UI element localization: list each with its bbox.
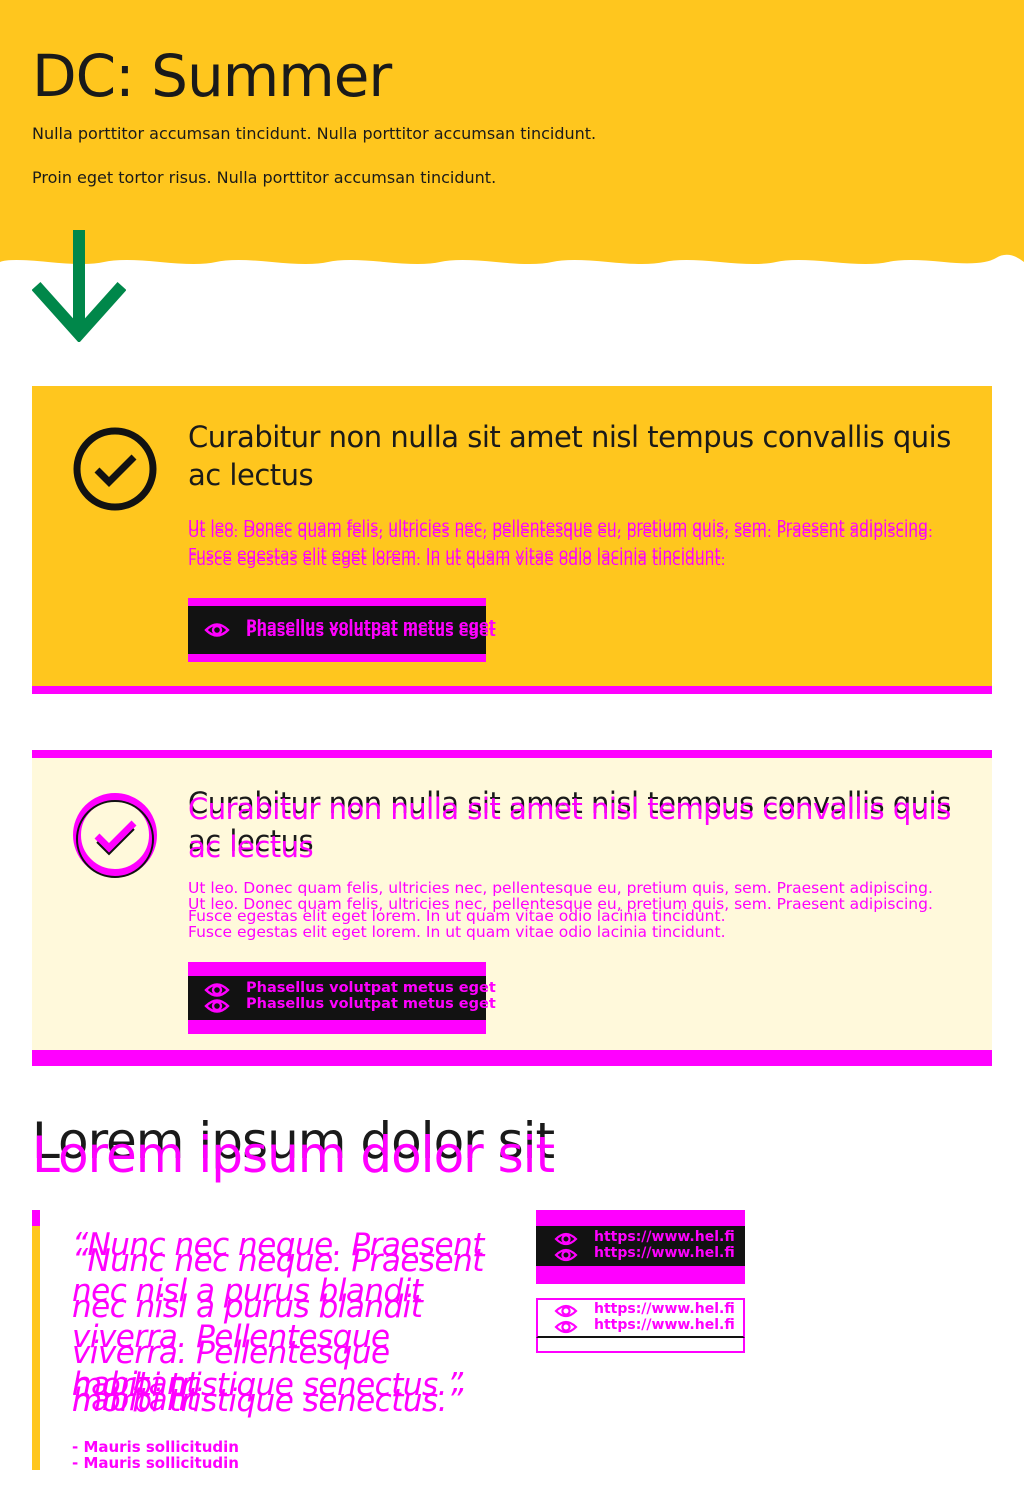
section-title-echo: Lorem ipsum dolor sit [32,1126,555,1184]
quote-citation-echo: - Mauris sollicitudin [72,1454,239,1472]
eye-icon [554,1320,578,1334]
card-2-title-echo: Curabitur non nulla sit amet nisl tempus… [188,792,951,864]
card-1-text-line-2-echo: Fusce egestas elit eget lorem. In ut qua… [188,551,726,569]
card-1-bottom-bar [32,686,992,694]
check-circle-icon [73,427,157,511]
card-2-button-label: Phasellus volutpat metus eget [246,980,496,996]
card-2-text-line-2-echo: Fusce egestas elit eget lorem. In ut qua… [188,923,726,941]
eye-icon [554,1248,578,1262]
card-2-button-label-echo: Phasellus volutpat metus eget [246,996,496,1012]
secondary-link-button[interactable]: https://www.hel.fi https://www.hel.fi [536,1298,745,1338]
arrow-down-icon [32,230,126,342]
hero-section: DC: Summer Nulla porttitor accumsan tinc… [0,0,1024,272]
primary-link-button[interactable]: https://www.hel.fi https://www.hel.fi [536,1226,745,1266]
card-2-bottom-bar [32,1050,992,1066]
secondary-link-label: https://www.hel.fi [594,1301,735,1317]
card-1-button-label-echo: Phasellus volutpat metus eget [246,624,496,640]
quote-border [32,1210,40,1470]
quote-border-cap [32,1210,40,1226]
notification-card-1: Curabitur non nulla sit amet nisl tempus… [32,386,992,686]
eye-icon [204,623,230,637]
link-buttons: https://www.hel.fi https://www.hel.fi ht… [536,1210,745,1354]
card-1-title: Curabitur non nulla sit amet nisl tempus… [188,420,951,492]
primary-link-label: https://www.hel.fi [594,1229,735,1245]
notification-card-2: Curabitur non nulla sit amet nisl tempus… [32,758,992,1050]
eye-icon [204,999,230,1013]
check-circle-icon [73,793,157,878]
page-title: DC: Summer [32,42,392,110]
card-2-top-bar [32,750,992,758]
quote-line-4-echo: morbi tristique senectus.” [72,1383,463,1419]
card-1-button[interactable]: Phasellus volutpat metus eget Phasellus … [188,598,496,662]
primary-link-label-echo: https://www.hel.fi [594,1245,735,1261]
secondary-link-label-echo: https://www.hel.fi [594,1317,735,1333]
card-2-button[interactable]: Phasellus volutpat metus eget Phasellus … [188,962,496,1034]
hero-paragraph-2: Proin eget tortor risus. Nulla porttitor… [32,168,497,187]
card-2-text-line-1-echo: Ut leo. Donec quam felis, ultricies nec,… [188,895,933,913]
hero-paragraph-1: Nulla porttitor accumsan tincidunt. Null… [32,124,597,143]
